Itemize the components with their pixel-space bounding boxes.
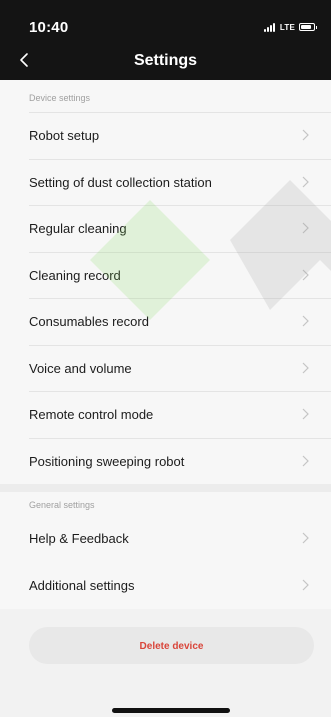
settings-item-positioning-sweeping-robot[interactable]: Positioning sweeping robot xyxy=(29,437,331,485)
battery-fill xyxy=(301,25,311,29)
settings-item-voice-and-volume[interactable]: Voice and volume xyxy=(29,344,331,392)
settings-content: Device settings Robot setup Setting of d… xyxy=(0,80,331,609)
device-settings-group: Robot setup Setting of dust collection s… xyxy=(0,112,331,484)
delete-device-button[interactable]: Delete device xyxy=(29,627,314,664)
chevron-right-icon xyxy=(301,222,313,236)
settings-item-dust-collection-station[interactable]: Setting of dust collection station xyxy=(29,158,331,206)
network-type: LTE xyxy=(279,22,295,32)
section-label-general: General settings xyxy=(0,492,331,516)
home-indicator[interactable] xyxy=(112,708,230,713)
settings-item-label: Additional settings xyxy=(29,577,135,593)
battery-icon xyxy=(299,23,317,31)
chevron-right-icon xyxy=(301,408,313,422)
settings-item-remote-control-mode[interactable]: Remote control mode xyxy=(29,391,331,438)
status-indicators: LTE xyxy=(263,21,317,33)
settings-item-label: Setting of dust collection station xyxy=(29,174,212,190)
chevron-right-icon xyxy=(301,176,313,190)
settings-item-label: Consumables record xyxy=(29,314,149,329)
chevron-right-icon xyxy=(301,315,313,329)
settings-item-label: Regular cleaning xyxy=(29,221,127,236)
chevron-right-icon xyxy=(301,362,313,376)
settings-item-label: Cleaning record xyxy=(29,267,121,283)
section-divider xyxy=(0,484,331,492)
settings-item-label: Positioning sweeping robot xyxy=(29,453,185,469)
status-bar: 10:40 LTE xyxy=(0,0,331,44)
settings-item-cleaning-record[interactable]: Cleaning record xyxy=(29,251,331,299)
settings-item-help-feedback[interactable]: Help & Feedback xyxy=(29,516,331,563)
settings-item-additional-settings[interactable]: Additional settings xyxy=(29,563,331,610)
settings-item-label: Help & Feedback xyxy=(29,531,129,546)
settings-item-robot-setup[interactable]: Robot setup xyxy=(29,112,331,159)
navigation-bar: Settings xyxy=(0,44,331,80)
chevron-right-icon xyxy=(301,579,313,593)
settings-item-consumables-record[interactable]: Consumables record xyxy=(29,298,331,345)
section-label-device: Device settings xyxy=(0,80,331,112)
settings-item-label: Voice and volume xyxy=(29,360,132,376)
chevron-right-icon xyxy=(301,455,313,469)
settings-item-label: Remote control mode xyxy=(29,407,154,422)
footer-area: Delete device xyxy=(0,612,331,717)
chevron-right-icon xyxy=(301,129,313,143)
signal-icon xyxy=(263,22,276,32)
chevron-right-icon xyxy=(301,532,313,546)
status-time: 10:40 xyxy=(29,19,69,36)
chevron-right-icon xyxy=(301,269,313,283)
page-title: Settings xyxy=(133,52,198,69)
settings-item-label: Robot setup xyxy=(29,128,100,143)
general-settings-group: Help & Feedback Additional settings xyxy=(0,516,331,609)
settings-item-regular-cleaning[interactable]: Regular cleaning xyxy=(29,205,331,252)
